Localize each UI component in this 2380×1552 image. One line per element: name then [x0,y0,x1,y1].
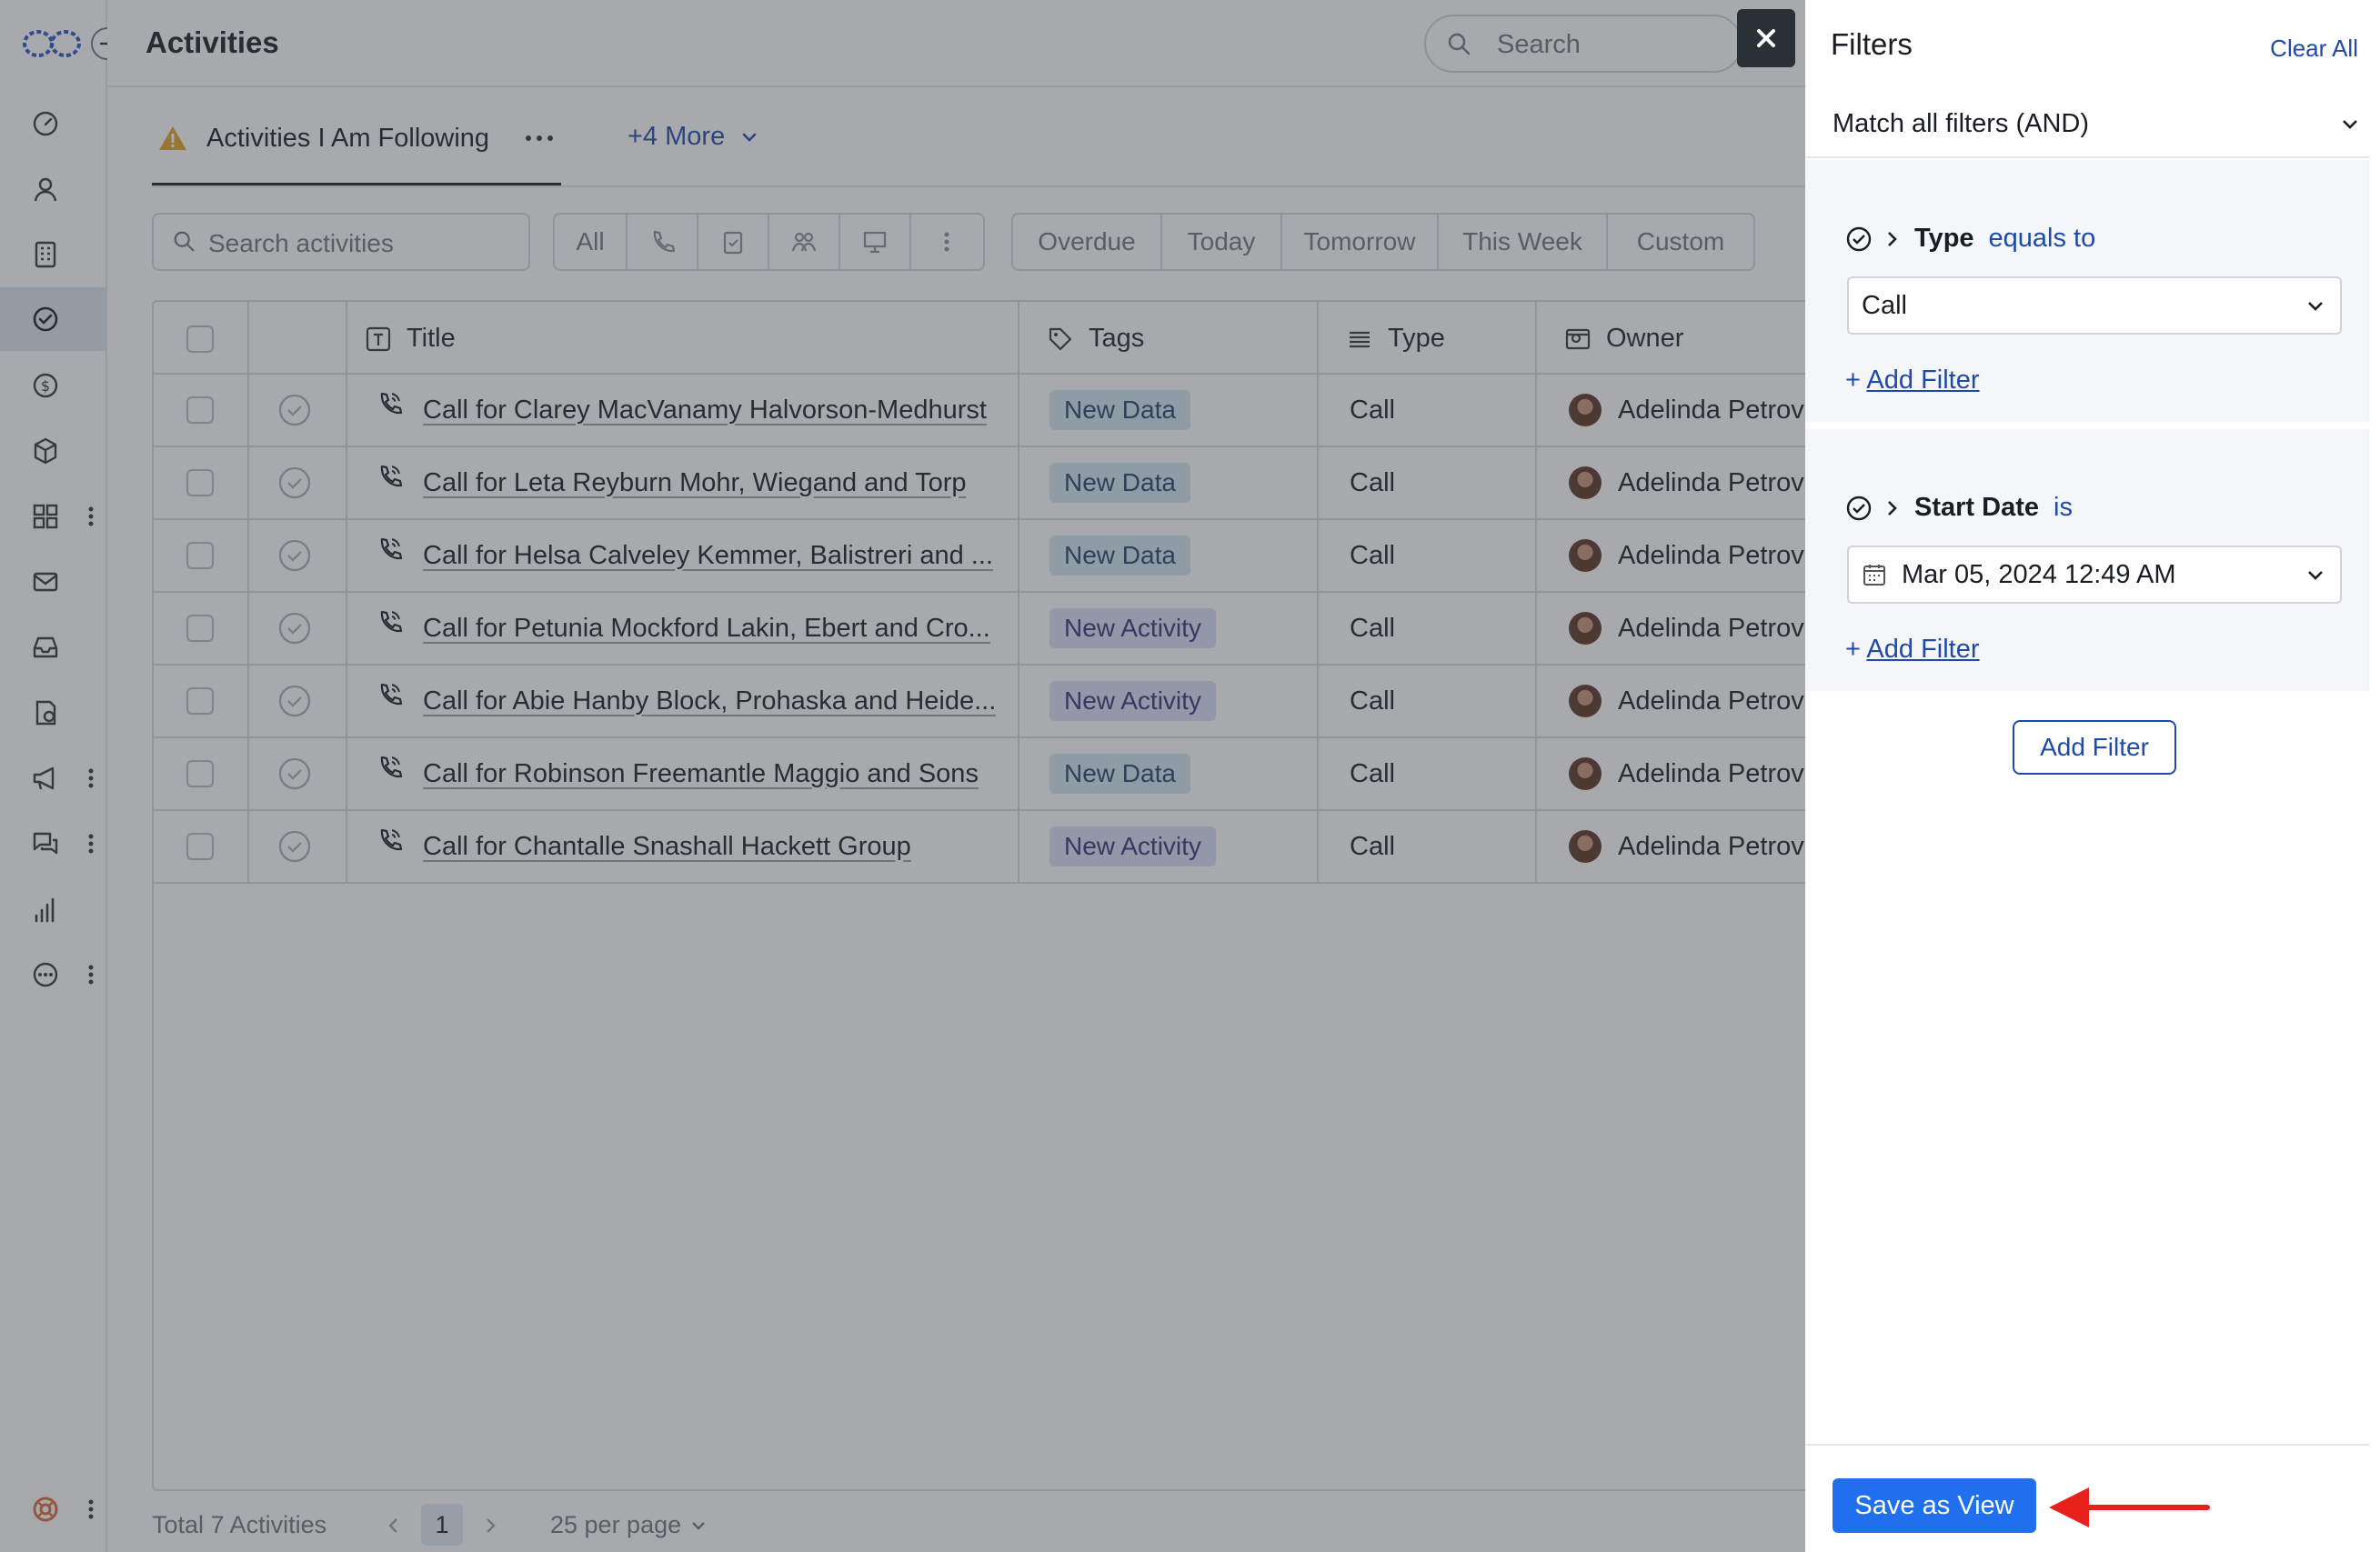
filter-value-start-date-picker[interactable]: Mar 05, 2024 12:49 AM [1847,546,2342,604]
filter-group-type: Type equals to Call + Add Filter [1805,160,2369,422]
filter-operator-start-date[interactable]: is [2054,493,2073,523]
chevron-right-icon[interactable] [1880,496,1905,521]
add-filter-link-type-label: Add Filter [1866,365,1980,395]
check-circle-icon[interactable] [1845,495,1873,522]
filter-field-start-date[interactable]: Start Date [1914,493,2039,523]
filter-field-type[interactable]: Type [1914,224,1974,254]
chevron-down-icon [2343,120,2357,129]
panel-scrollbar[interactable] [2369,91,2380,1535]
filters-footer: Save as View [1805,1444,2369,1552]
add-filter-link-type[interactable]: + Add Filter [1845,365,1980,396]
add-filter-link-start-date-label: Add Filter [1866,635,1980,664]
save-as-view-button[interactable]: Save as View [1833,1478,2036,1533]
chevron-down-icon [2308,571,2323,580]
filter-value-type-select[interactable]: Call [1847,276,2342,335]
add-filter-link-start-date[interactable]: + Add Filter [1845,635,1980,665]
add-filter-group-button[interactable]: Add Filter [2013,720,2176,775]
filter-condition-type: Type equals to [1845,224,2095,254]
filter-group-start-date: Start Date is Mar 05, 2024 12:49 AM + Ad… [1805,429,2369,691]
filter-value-type: Call [1862,291,1907,320]
match-mode-select[interactable]: Match all filters (AND) [1805,91,2369,158]
filter-operator-type[interactable]: equals to [1989,224,2096,254]
modal-backdrop[interactable] [0,0,1805,1552]
filter-value-start-date: Mar 05, 2024 12:49 AM [1902,560,2176,589]
clear-all-link[interactable]: Clear All [2270,35,2358,63]
close-filters-button[interactable] [1737,9,1795,67]
filters-panel: Filters Clear All Match all filters (AND… [1805,0,2380,1552]
match-mode-value: Match all filters (AND) [1833,109,2089,138]
filter-condition-start-date: Start Date is [1845,493,2073,523]
filters-title: Filters [1831,27,1913,61]
annotation-arrow-icon [2049,1487,2210,1527]
close-icon [1757,29,1775,47]
chevron-right-icon[interactable] [1880,226,1905,252]
chevron-down-icon [2308,302,2323,311]
check-circle-icon[interactable] [1845,225,1873,253]
calendar-icon [1863,565,1885,586]
